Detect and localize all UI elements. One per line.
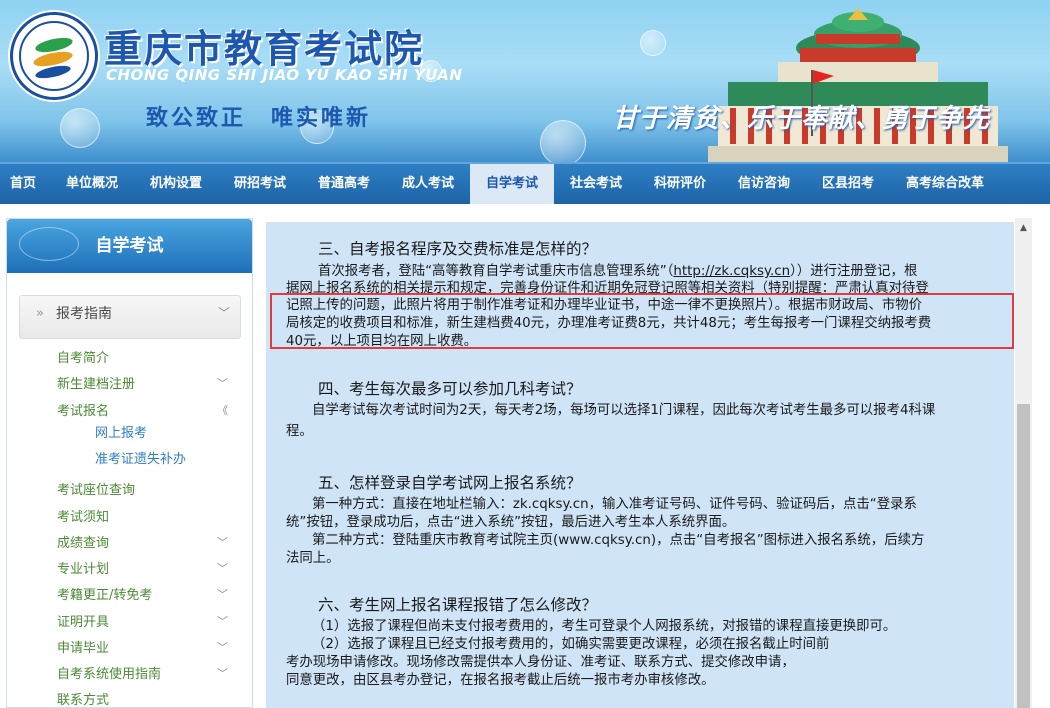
nav-gaokao-reform[interactable]: 高考综合改革 [892, 164, 998, 204]
section-heading: 四、考生每次最多可以参加几科考试？ [318, 380, 582, 398]
double-chevron-right-icon: » [36, 306, 44, 321]
scroll-up-arrow-icon[interactable]: ▲ [1015, 220, 1032, 236]
nav-self-study-exam[interactable]: 自学考试 [470, 164, 554, 204]
sidebar-item-intro[interactable]: 自考简介 [57, 347, 109, 366]
system-link[interactable]: http://zk.cqksy.cn [673, 264, 790, 279]
motto-right: 甘于清贫、乐于奉献、勇于争先 [612, 104, 991, 134]
bubble-decoration [60, 108, 100, 148]
site-logo[interactable] [10, 12, 98, 100]
sidebar: 自学考试 » 报考指南 ﹀ 自考简介 新生建档注册 ﹀ 考试报名 《 网上报考 … [6, 218, 253, 708]
paragraph-text: ））进行注册登记，根 [790, 264, 918, 279]
sidebar-subitem-online-signup[interactable]: 网上报考 [95, 422, 147, 441]
nav-petition[interactable]: 信访咨询 [724, 164, 804, 204]
paragraph-line: 统”按钮，登录成功后，点击“进入系统”按钮，最后进入考生本人系统界面。 [286, 515, 736, 530]
paragraph-line: 第二种方式：登陆重庆市教育考试院主页(www.cqksy.cn)，点击“自考报名… [312, 533, 925, 548]
sidebar-item-seat-query[interactable]: 考试座位查询 [57, 479, 135, 498]
sidebar-item-contact[interactable]: 联系方式 [57, 689, 109, 708]
sidebar-title: 自学考试 [95, 236, 164, 256]
nav-postgrad-exam[interactable]: 研招考试 [220, 164, 300, 204]
content-scrollbar[interactable]: ▲ [1015, 218, 1032, 708]
page-margin [0, 204, 4, 708]
nav-home[interactable]: 首页 [0, 164, 46, 204]
sidebar-item-exam-signup[interactable]: 考试报名 [57, 400, 109, 419]
sidebar-item-certificate[interactable]: 证明开具 [57, 611, 109, 630]
bubble-decoration [540, 120, 586, 162]
section-heading: 三、自考报名程序及交费标准是怎样的？ [318, 240, 598, 258]
nav-gaokao[interactable]: 普通高考 [304, 164, 384, 204]
paragraph-line: 法同上。 [286, 551, 340, 566]
paragraph-line: 首次报考者，登陆“高等教育自学考试重庆市信息管理系统”（http://zk.cq… [318, 263, 1008, 281]
great-hall-illustration [708, 8, 1008, 162]
section-heading: 六、考生网上报名课程报错了怎么修改？ [318, 596, 598, 614]
nav-adult-exam[interactable]: 成人考试 [388, 164, 468, 204]
header-banner: 重庆市教育考试院 CHONG QING SHI JIAO YU KAO SHI … [0, 0, 1050, 162]
paragraph-line: 局核定的收费项目和标准，新生建档费40元，办理准考证费8元，共计48元；考生每报… [286, 316, 932, 331]
paragraph-line: 40元，以上项目均在网上收费。 [286, 334, 478, 349]
motto-left: 致公致正 唯实唯新 [146, 106, 372, 131]
nav-research[interactable]: 科研评价 [640, 164, 720, 204]
paragraph-line: 自学考试每次考试时间为2天，每天考2场，每场可以选择1门课程，因此每次考试考生最… [312, 403, 936, 418]
site-title: 重庆市教育考试院 [104, 27, 425, 71]
sidebar-section-guide[interactable]: » 报考指南 ﹀ [19, 295, 241, 339]
chevron-left-icon[interactable]: 《 [217, 402, 228, 418]
paragraph-line: 程。 [286, 424, 313, 439]
chevron-down-icon[interactable]: ﹀ [217, 560, 228, 576]
sidebar-item-score-query[interactable]: 成绩查询 [57, 532, 109, 551]
site-subtitle: CHONG QING SHI JIAO YU KAO SHI YUAN [106, 66, 463, 84]
sidebar-header: 自学考试 [7, 219, 252, 273]
sidebar-item-exam-notice[interactable]: 考试须知 [57, 506, 109, 525]
chevron-down-icon[interactable]: ﹀ [217, 665, 228, 681]
chevron-down-icon[interactable]: ﹀ [217, 586, 228, 602]
sidebar-subitem-ticket-replace[interactable]: 准考证遗失补办 [95, 448, 186, 467]
sidebar-item-registration[interactable]: 新生建档注册 [57, 373, 135, 392]
chevron-down-icon[interactable]: ﹀ [217, 375, 228, 391]
chevron-down-icon[interactable]: ﹀ [217, 639, 228, 655]
paragraph-line: 记照上传的问题，此照片将用于制作准考证和办理毕业证书，中途一律不更换照片）。根据… [286, 298, 923, 313]
paragraph-line: （1）选报了课程但尚未支付报考费用的，考生可登录个人网报系统，对报错的课程直接更… [312, 619, 897, 634]
nav-social-exam[interactable]: 社会考试 [556, 164, 636, 204]
blurred-overlay [860, 636, 1010, 670]
sidebar-item-system-guide[interactable]: 自考系统使用指南 [57, 663, 161, 682]
sidebar-section-label: 报考指南 [56, 306, 112, 322]
main-nav: 首页 单位概况 机构设置 研招考试 普通高考 成人考试 自学考试 社会考试 科研… [0, 162, 1050, 204]
scroll-thumb[interactable] [1017, 404, 1030, 708]
section-heading: 五、怎样登录自学考试网上报名系统？ [318, 474, 582, 492]
paragraph-text: 首次报考者，登陆“高等教育自学考试重庆市信息管理系统”（ [318, 264, 674, 279]
chevron-down-icon[interactable]: ﹀ [217, 613, 228, 629]
paragraph-line: 同意更改，由区县考办登记，在报名报考截止后统一报市考办审核修改。 [286, 673, 715, 688]
paragraph-line: 第一种方式：直接在地址栏输入：zk.cqksy.cn，输入准考证号码、证件号码、… [312, 497, 917, 512]
chevron-down-icon[interactable]: ﹀ [217, 534, 228, 550]
nav-unit-overview[interactable]: 单位概况 [52, 164, 132, 204]
nav-org-structure[interactable]: 机构设置 [136, 164, 216, 204]
nav-district-exam[interactable]: 区县招考 [808, 164, 888, 204]
page-margin [1032, 204, 1050, 708]
bubble-decoration [640, 30, 666, 56]
sidebar-item-record-correction[interactable]: 考籍更正/转免考 [57, 584, 152, 603]
sidebar-item-graduation[interactable]: 申请毕业 [57, 637, 109, 656]
sidebar-item-major-plan[interactable]: 专业计划 [57, 558, 109, 577]
chevron-down-icon: ﹀ [217, 306, 230, 320]
